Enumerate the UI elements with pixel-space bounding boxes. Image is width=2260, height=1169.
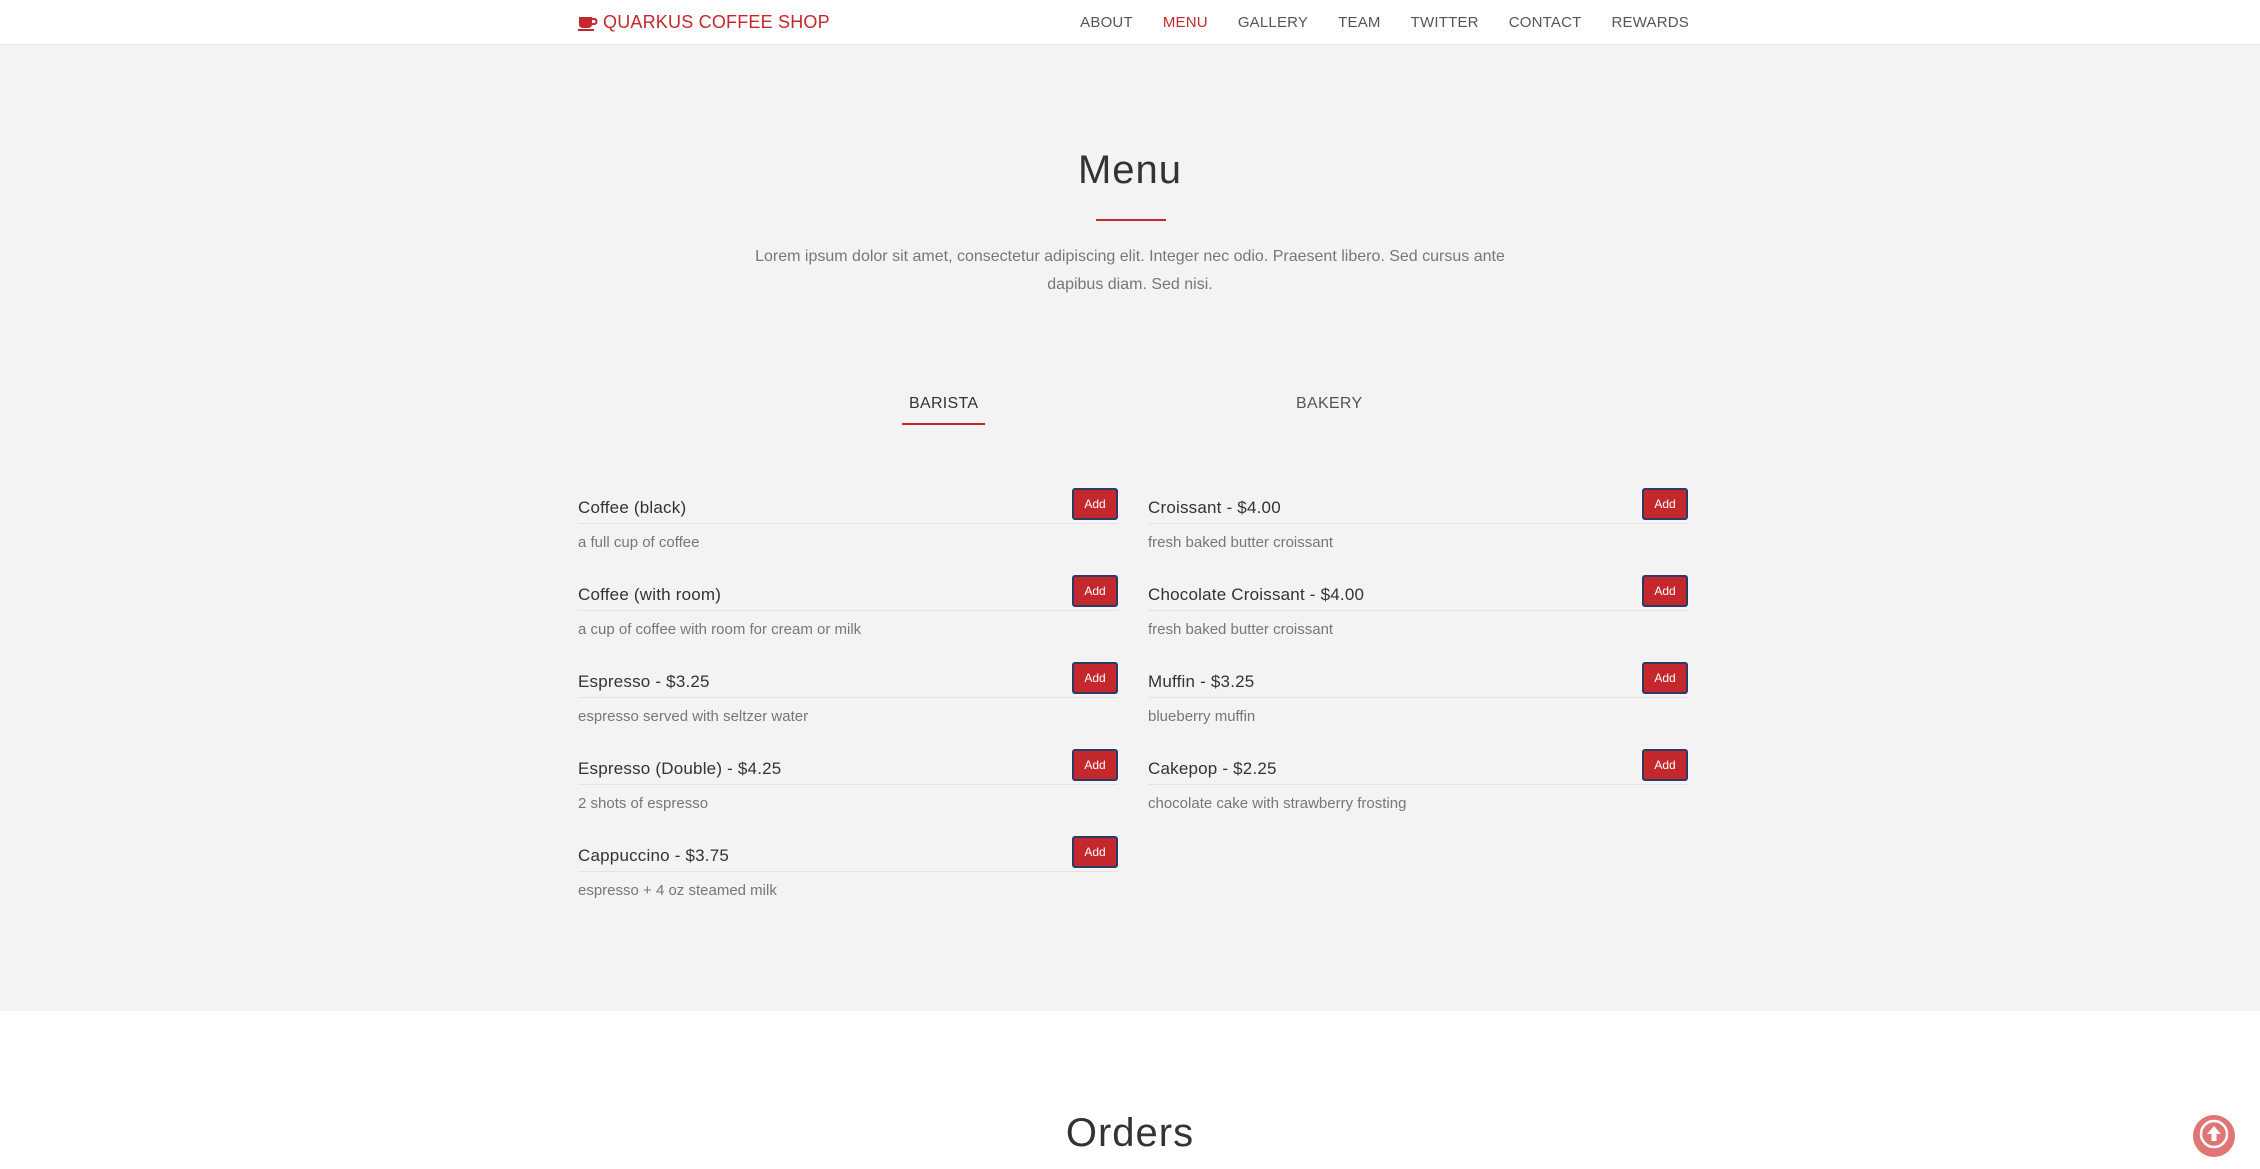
menu-item-description: espresso + 4 oz steamed milk xyxy=(578,882,777,899)
menu-item-header: Croissant - $4.00 Add xyxy=(1148,477,1688,524)
menu-item: Croissant - $4.00 Add fresh baked butter… xyxy=(1148,477,1688,564)
menu-item-header: Espresso (Double) - $4.25 Add xyxy=(578,738,1118,785)
menu-item-header: Muffin - $3.25 Add xyxy=(1148,651,1688,698)
menu-item-description: fresh baked butter croissant xyxy=(1148,534,1334,551)
menu-item-description: espresso served with seltzer water xyxy=(578,708,809,725)
brand-link[interactable]: QUARKUS COFFEE SHOP xyxy=(578,12,830,33)
menu-item-name: Coffee (with room) xyxy=(578,585,722,604)
menu-item: Espresso (Double) - $4.25 Add 2 shots of… xyxy=(578,738,1118,825)
add-button[interactable]: Add xyxy=(1072,749,1118,781)
orders-section: Orders xyxy=(0,1011,2260,1169)
add-button[interactable]: Add xyxy=(1642,488,1688,520)
menu-intro: Lorem ipsum dolor sit amet, consectetur … xyxy=(755,248,1505,293)
menu-item-header: Chocolate Croissant - $4.00 Add xyxy=(1148,564,1688,611)
nav-link-about[interactable]: ABOUT xyxy=(1080,14,1133,31)
menu-item-name: Espresso (Double) - $4.25 xyxy=(578,759,782,778)
menu-item: Coffee (black) Add a full cup of coffee xyxy=(578,477,1118,564)
menu-item-name: Muffin - $3.25 xyxy=(1148,672,1255,691)
menu-item-description: blueberry muffin xyxy=(1148,708,1256,725)
scroll-to-top-button[interactable] xyxy=(2193,1115,2235,1157)
menu-item-name: Cakepop - $2.25 xyxy=(1148,759,1277,778)
menu-item-name: Croissant - $4.00 xyxy=(1148,498,1281,517)
nav-links: ABOUT MENU GALLERY TEAM TWITTER CONTACT … xyxy=(1050,14,1689,31)
menu-item: Muffin - $3.25 Add blueberry muffin xyxy=(1148,651,1688,738)
tab-barista[interactable]: BARISTA xyxy=(902,395,986,425)
menu-item-name: Espresso - $3.25 xyxy=(578,672,710,691)
title-divider xyxy=(1096,219,1166,221)
menu-item: Chocolate Croissant - $4.00 Add fresh ba… xyxy=(1148,564,1688,651)
brand-name: QUARKUS COFFEE SHOP xyxy=(603,12,830,32)
menu-title: Menu xyxy=(1077,148,1183,192)
nav-link-gallery[interactable]: GALLERY xyxy=(1238,14,1308,31)
menu-item-header: Coffee (with room) Add xyxy=(578,564,1118,611)
arrow-up-circle-icon xyxy=(2199,1119,2229,1154)
add-button[interactable]: Add xyxy=(1072,662,1118,694)
menu-item: Espresso - $3.25 Add espresso served wit… xyxy=(578,651,1118,738)
barista-list: Coffee (black) Add a full cup of coffee … xyxy=(578,477,1118,912)
add-button[interactable]: Add xyxy=(1072,575,1118,607)
menu-item-name: Coffee (black) xyxy=(578,498,687,517)
menu-item: Coffee (with room) Add a cup of coffee w… xyxy=(578,564,1118,651)
nav-link-team[interactable]: TEAM xyxy=(1338,14,1380,31)
tab-bakery[interactable]: BAKERY xyxy=(1296,395,1362,423)
menu-item: Cappuccino - $3.75 Add espresso + 4 oz s… xyxy=(578,825,1118,912)
menu-item: Cakepop - $2.25 Add chocolate cake with … xyxy=(1148,738,1688,825)
nav-link-contact[interactable]: CONTACT xyxy=(1509,14,1582,31)
menu-section: Menu Lorem ipsum dolor sit amet, consect… xyxy=(0,45,2260,1011)
nav-link-rewards[interactable]: REWARDS xyxy=(1611,14,1689,31)
menu-item-description: fresh baked butter croissant xyxy=(1148,621,1334,638)
orders-title: Orders xyxy=(1065,1111,1195,1155)
menu-item-description: chocolate cake with strawberry frosting xyxy=(1148,795,1407,812)
nav-link-twitter[interactable]: TWITTER xyxy=(1411,14,1479,31)
menu-item-header: Cakepop - $2.25 Add xyxy=(1148,738,1688,785)
add-button[interactable]: Add xyxy=(1642,749,1688,781)
menu-item-header: Espresso - $3.25 Add xyxy=(578,651,1118,698)
add-button[interactable]: Add xyxy=(1072,836,1118,868)
menu-item-name: Cappuccino - $3.75 xyxy=(578,846,730,865)
add-button[interactable]: Add xyxy=(1642,662,1688,694)
navbar-inner: QUARKUS COFFEE SHOP ABOUT MENU GALLERY T… xyxy=(578,0,1689,45)
menu-item-description: a cup of coffee with room for cream or m… xyxy=(578,621,862,638)
menu-item-description: 2 shots of espresso xyxy=(578,795,709,812)
nav-link-menu[interactable]: MENU xyxy=(1163,14,1208,31)
bakery-list: Croissant - $4.00 Add fresh baked butter… xyxy=(1148,477,1688,825)
menu-item-header: Cappuccino - $3.75 Add xyxy=(578,825,1118,872)
coffee-cup-icon xyxy=(578,15,598,31)
add-button[interactable]: Add xyxy=(1072,488,1118,520)
menu-item-header: Coffee (black) Add xyxy=(578,477,1118,524)
menu-item-description: a full cup of coffee xyxy=(578,534,700,551)
add-button[interactable]: Add xyxy=(1642,575,1688,607)
navbar: QUARKUS COFFEE SHOP ABOUT MENU GALLERY T… xyxy=(0,0,2260,45)
menu-item-name: Chocolate Croissant - $4.00 xyxy=(1148,585,1365,604)
